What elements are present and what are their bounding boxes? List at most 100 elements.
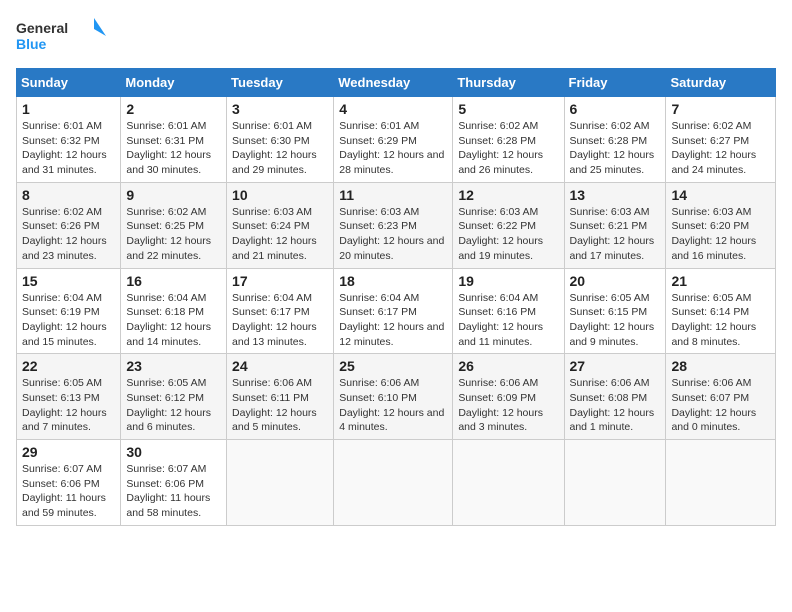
calendar-cell: 3 Sunrise: 6:01 AM Sunset: 6:30 PM Dayli… [227,97,334,183]
day-number: 2 [126,101,221,117]
day-number: 20 [570,273,661,289]
calendar-cell: 25 Sunrise: 6:06 AM Sunset: 6:10 PM Dayl… [334,354,453,440]
calendar-cell: 9 Sunrise: 6:02 AM Sunset: 6:25 PM Dayli… [121,182,227,268]
calendar-cell: 7 Sunrise: 6:02 AM Sunset: 6:27 PM Dayli… [666,97,776,183]
calendar-cell: 14 Sunrise: 6:03 AM Sunset: 6:20 PM Dayl… [666,182,776,268]
calendar-cell: 10 Sunrise: 6:03 AM Sunset: 6:24 PM Dayl… [227,182,334,268]
day-info: Sunrise: 6:06 AM Sunset: 6:09 PM Dayligh… [458,376,558,435]
calendar-cell [453,440,564,526]
calendar-cell: 12 Sunrise: 6:03 AM Sunset: 6:22 PM Dayl… [453,182,564,268]
calendar-cell: 17 Sunrise: 6:04 AM Sunset: 6:17 PM Dayl… [227,268,334,354]
day-number: 1 [22,101,115,117]
calendar-cell: 30 Sunrise: 6:07 AM Sunset: 6:06 PM Dayl… [121,440,227,526]
day-info: Sunrise: 6:04 AM Sunset: 6:17 PM Dayligh… [339,291,447,350]
calendar-cell: 11 Sunrise: 6:03 AM Sunset: 6:23 PM Dayl… [334,182,453,268]
calendar-cell: 21 Sunrise: 6:05 AM Sunset: 6:14 PM Dayl… [666,268,776,354]
day-info: Sunrise: 6:04 AM Sunset: 6:18 PM Dayligh… [126,291,221,350]
day-number: 8 [22,187,115,203]
calendar-cell: 5 Sunrise: 6:02 AM Sunset: 6:28 PM Dayli… [453,97,564,183]
day-number: 26 [458,358,558,374]
calendar-cell: 23 Sunrise: 6:05 AM Sunset: 6:12 PM Dayl… [121,354,227,440]
calendar-cell: 29 Sunrise: 6:07 AM Sunset: 6:06 PM Dayl… [17,440,121,526]
day-number: 12 [458,187,558,203]
calendar-cell: 8 Sunrise: 6:02 AM Sunset: 6:26 PM Dayli… [17,182,121,268]
day-number: 17 [232,273,328,289]
calendar-cell: 26 Sunrise: 6:06 AM Sunset: 6:09 PM Dayl… [453,354,564,440]
day-number: 15 [22,273,115,289]
day-info: Sunrise: 6:03 AM Sunset: 6:23 PM Dayligh… [339,205,447,264]
calendar-week-row: 22 Sunrise: 6:05 AM Sunset: 6:13 PM Dayl… [17,354,776,440]
day-info: Sunrise: 6:06 AM Sunset: 6:10 PM Dayligh… [339,376,447,435]
day-number: 11 [339,187,447,203]
day-info: Sunrise: 6:01 AM Sunset: 6:32 PM Dayligh… [22,119,115,178]
calendar-cell: 24 Sunrise: 6:06 AM Sunset: 6:11 PM Dayl… [227,354,334,440]
day-info: Sunrise: 6:03 AM Sunset: 6:24 PM Dayligh… [232,205,328,264]
day-info: Sunrise: 6:07 AM Sunset: 6:06 PM Dayligh… [22,462,115,521]
calendar-week-row: 15 Sunrise: 6:04 AM Sunset: 6:19 PM Dayl… [17,268,776,354]
day-info: Sunrise: 6:05 AM Sunset: 6:13 PM Dayligh… [22,376,115,435]
day-number: 4 [339,101,447,117]
logo-svg: General Blue [16,16,106,56]
day-number: 18 [339,273,447,289]
calendar-cell: 28 Sunrise: 6:06 AM Sunset: 6:07 PM Dayl… [666,354,776,440]
calendar-week-row: 1 Sunrise: 6:01 AM Sunset: 6:32 PM Dayli… [17,97,776,183]
calendar-cell: 20 Sunrise: 6:05 AM Sunset: 6:15 PM Dayl… [564,268,666,354]
calendar-cell: 2 Sunrise: 6:01 AM Sunset: 6:31 PM Dayli… [121,97,227,183]
day-number: 24 [232,358,328,374]
day-info: Sunrise: 6:01 AM Sunset: 6:30 PM Dayligh… [232,119,328,178]
calendar-cell: 15 Sunrise: 6:04 AM Sunset: 6:19 PM Dayl… [17,268,121,354]
day-number: 13 [570,187,661,203]
day-info: Sunrise: 6:02 AM Sunset: 6:27 PM Dayligh… [671,119,770,178]
calendar-cell: 16 Sunrise: 6:04 AM Sunset: 6:18 PM Dayl… [121,268,227,354]
calendar-cell: 4 Sunrise: 6:01 AM Sunset: 6:29 PM Dayli… [334,97,453,183]
calendar-cell: 27 Sunrise: 6:06 AM Sunset: 6:08 PM Dayl… [564,354,666,440]
day-info: Sunrise: 6:05 AM Sunset: 6:12 PM Dayligh… [126,376,221,435]
day-number: 29 [22,444,115,460]
page-header: General Blue [16,16,776,56]
calendar-cell [334,440,453,526]
calendar-cell: 19 Sunrise: 6:04 AM Sunset: 6:16 PM Dayl… [453,268,564,354]
svg-text:Blue: Blue [16,36,47,52]
calendar-week-row: 29 Sunrise: 6:07 AM Sunset: 6:06 PM Dayl… [17,440,776,526]
day-info: Sunrise: 6:04 AM Sunset: 6:17 PM Dayligh… [232,291,328,350]
calendar-cell [666,440,776,526]
day-info: Sunrise: 6:07 AM Sunset: 6:06 PM Dayligh… [126,462,221,521]
calendar-cell: 13 Sunrise: 6:03 AM Sunset: 6:21 PM Dayl… [564,182,666,268]
day-number: 19 [458,273,558,289]
day-number: 6 [570,101,661,117]
calendar-header-row: SundayMondayTuesdayWednesdayThursdayFrid… [17,69,776,97]
day-info: Sunrise: 6:05 AM Sunset: 6:15 PM Dayligh… [570,291,661,350]
day-info: Sunrise: 6:03 AM Sunset: 6:20 PM Dayligh… [671,205,770,264]
day-number: 3 [232,101,328,117]
day-info: Sunrise: 6:05 AM Sunset: 6:14 PM Dayligh… [671,291,770,350]
day-info: Sunrise: 6:04 AM Sunset: 6:16 PM Dayligh… [458,291,558,350]
logo: General Blue [16,16,106,56]
day-number: 9 [126,187,221,203]
calendar-cell: 18 Sunrise: 6:04 AM Sunset: 6:17 PM Dayl… [334,268,453,354]
calendar-cell [564,440,666,526]
calendar-cell: 1 Sunrise: 6:01 AM Sunset: 6:32 PM Dayli… [17,97,121,183]
day-number: 10 [232,187,328,203]
day-info: Sunrise: 6:06 AM Sunset: 6:07 PM Dayligh… [671,376,770,435]
col-header-saturday: Saturday [666,69,776,97]
calendar-week-row: 8 Sunrise: 6:02 AM Sunset: 6:26 PM Dayli… [17,182,776,268]
calendar-cell [227,440,334,526]
day-info: Sunrise: 6:03 AM Sunset: 6:21 PM Dayligh… [570,205,661,264]
day-info: Sunrise: 6:06 AM Sunset: 6:08 PM Dayligh… [570,376,661,435]
day-number: 28 [671,358,770,374]
calendar-cell: 22 Sunrise: 6:05 AM Sunset: 6:13 PM Dayl… [17,354,121,440]
day-info: Sunrise: 6:02 AM Sunset: 6:26 PM Dayligh… [22,205,115,264]
day-info: Sunrise: 6:01 AM Sunset: 6:29 PM Dayligh… [339,119,447,178]
day-info: Sunrise: 6:01 AM Sunset: 6:31 PM Dayligh… [126,119,221,178]
calendar-table: SundayMondayTuesdayWednesdayThursdayFrid… [16,68,776,526]
col-header-friday: Friday [564,69,666,97]
day-number: 7 [671,101,770,117]
col-header-sunday: Sunday [17,69,121,97]
day-number: 25 [339,358,447,374]
col-header-monday: Monday [121,69,227,97]
day-info: Sunrise: 6:02 AM Sunset: 6:28 PM Dayligh… [570,119,661,178]
day-info: Sunrise: 6:02 AM Sunset: 6:28 PM Dayligh… [458,119,558,178]
day-info: Sunrise: 6:02 AM Sunset: 6:25 PM Dayligh… [126,205,221,264]
day-number: 30 [126,444,221,460]
day-info: Sunrise: 6:03 AM Sunset: 6:22 PM Dayligh… [458,205,558,264]
